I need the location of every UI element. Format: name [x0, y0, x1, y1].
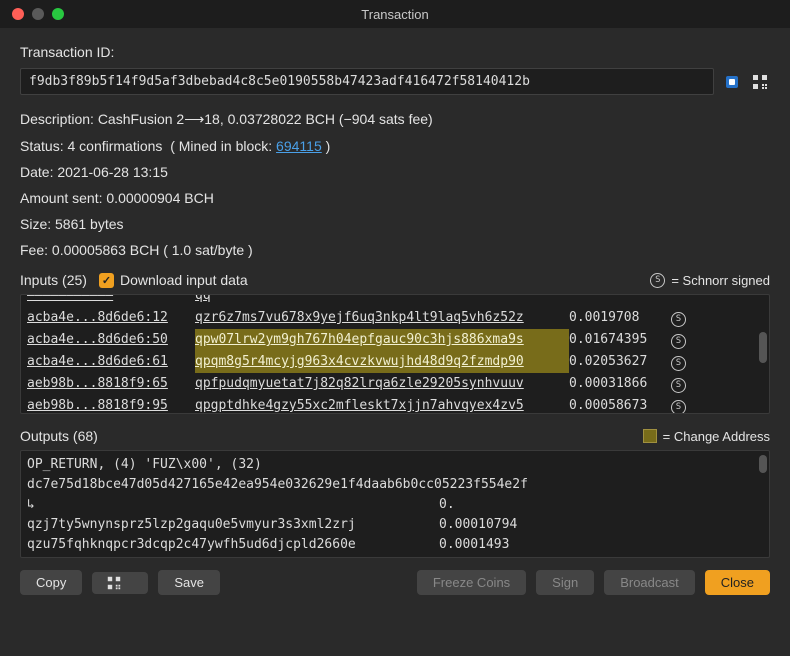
date-line: Date: 2021-06-28 13:15 [20, 164, 770, 180]
input-prevout[interactable]: aeb98b...8818f9:95 [27, 395, 195, 414]
inputs-scrollbar[interactable] [759, 299, 767, 409]
download-input-checkbox[interactable]: ✓ [99, 273, 114, 288]
input-row[interactable]: aeb98b...8818f9:95qpgptdhke4gzy55xc2mfle… [27, 395, 763, 414]
output-amount: 0.00015285 [439, 555, 517, 558]
output-row[interactable]: qzj7ty5wnynsprz5lzp2gaqu0e5vmyur3s3xml2z… [27, 515, 763, 535]
schnorr-icon: S [671, 356, 686, 371]
input-row[interactable]: acba4e...8d6de6:12qzr6z7ms7vu678x9yejf6u… [27, 307, 763, 329]
window-controls [0, 8, 64, 20]
schnorr-icon: S [671, 400, 686, 415]
input-prevout[interactable]: acba4e...8d6de6:61 [27, 351, 195, 373]
output-amount: 0.0001493 [439, 535, 509, 555]
sign-button[interactable]: Sign [536, 570, 594, 595]
output-row[interactable]: qzu75fqhknqpcr3dcqp2c47ywfh5ud6djcpld266… [27, 535, 763, 555]
titlebar: Transaction [0, 0, 790, 28]
input-address[interactable]: qpqm8g5r4mcyjg963x4cvzkvwujhd48d9q2fzmdp… [195, 351, 569, 373]
input-row-partial: ——————————— qq [27, 294, 763, 307]
close-window-icon[interactable] [12, 8, 24, 20]
schnorr-icon: S [650, 273, 665, 288]
status-value: 4 confirmations [67, 138, 162, 154]
input-prevout[interactable]: acba4e...8d6de6:50 [27, 329, 195, 351]
size-value: 5861 bytes [55, 216, 124, 232]
input-amount: 0.0019708 [569, 307, 671, 329]
outputs-list[interactable]: OP_RETURN, (4) 'FUZ\x00', (32) dc7e75d18… [20, 450, 770, 558]
input-row[interactable]: acba4e...8d6de6:50qpw07lrw2ym9gh767h04ep… [27, 329, 763, 351]
outputs-header: Outputs (68) = Change Address [20, 428, 770, 444]
window-title: Transaction [0, 7, 790, 22]
input-amount: 0.02053627 [569, 351, 671, 373]
qrcode-icon[interactable] [750, 72, 770, 92]
description-line: Description: CashFusion 2⟶18, 0.03728022… [20, 111, 770, 128]
schnorr-icon: S [671, 378, 686, 393]
input-row[interactable]: aeb98b...8818f9:65qpfpudqmyuetat7j82q82l… [27, 373, 763, 395]
broadcast-button[interactable]: Broadcast [604, 570, 695, 595]
output-opreturn-line2: dc7e75d18bce47d05d427165e42ea954e032629e… [27, 475, 763, 495]
output-row[interactable]: ↳0. [27, 495, 763, 515]
output-address[interactable]: ↳ [27, 495, 439, 515]
schnorr-legend: = Schnorr signed [671, 273, 770, 288]
copy-icon[interactable] [722, 72, 742, 92]
zoom-window-icon[interactable] [52, 8, 64, 20]
change-swatch-icon [643, 429, 657, 443]
input-address[interactable]: qpw07lrw2ym9gh767h04epfgauc90c3hjs886xma… [195, 329, 569, 351]
amount-value: 0.00000904 BCH [106, 190, 213, 206]
outputs-scrollbar[interactable] [759, 455, 767, 553]
description-value: CashFusion 2⟶18, 0.03728022 BCH (−904 sa… [98, 111, 433, 127]
input-address[interactable]: qpgptdhke4gzy55xc2mfleskt7xjjn7ahvqyex4z… [195, 395, 569, 414]
download-input-label: Download input data [120, 272, 248, 288]
input-row[interactable]: acba4e...8d6de6:61qpqm8g5r4mcyjg963x4cvz… [27, 351, 763, 373]
output-address[interactable]: qzj7ty5wnynsprz5lzp2gaqu0e5vmyur3s3xml2z… [27, 515, 439, 535]
input-address[interactable]: qpfpudqmyuetat7j82q82lrqa6zle29205synhvu… [195, 373, 569, 395]
button-bar: Copy Save Freeze Coins Sign Broadcast Cl… [0, 570, 790, 611]
input-prevout[interactable]: aeb98b...8818f9:65 [27, 373, 195, 395]
txid-label: Transaction ID: [20, 44, 770, 60]
input-amount: 0.00031866 [569, 373, 671, 395]
inputs-list[interactable]: ——————————— qq acba4e...8d6de6:12qzr6z7m… [20, 294, 770, 414]
schnorr-icon: S [671, 334, 686, 349]
change-legend: = Change Address [663, 429, 770, 444]
inputs-header: Inputs (25) ✓ Download input data S = Sc… [20, 272, 770, 288]
copy-button[interactable]: Copy [20, 570, 82, 595]
output-opreturn-line1: OP_RETURN, (4) 'FUZ\x00', (32) [27, 455, 763, 475]
output-row[interactable]: qz56zt5rtfewz4la0g734dzdqpk8zz5t3stpmx46… [27, 555, 763, 558]
minimize-window-icon[interactable] [32, 8, 44, 20]
output-address[interactable]: qzu75fqhknqpcr3dcqp2c47ywfh5ud6djcpld266… [27, 535, 439, 555]
amount-line: Amount sent: 0.00000904 BCH [20, 190, 770, 206]
fee-value: 0.00005863 BCH ( 1.0 sat/byte ) [52, 242, 253, 258]
txid-field[interactable]: f9db3f89b5f14f9d5af3dbebad4c8c5e0190558b… [20, 68, 714, 95]
status-line: Status: 4 confirmations ( Mined in block… [20, 138, 770, 154]
save-button[interactable]: Save [158, 570, 220, 595]
fee-line: Fee: 0.00005863 BCH ( 1.0 sat/byte ) [20, 242, 770, 258]
output-amount: 0.00010794 [439, 515, 517, 535]
size-line: Size: 5861 bytes [20, 216, 770, 232]
date-value: 2021-06-28 13:15 [57, 164, 168, 180]
schnorr-icon: S [671, 312, 686, 327]
freeze-coins-button[interactable]: Freeze Coins [417, 570, 526, 595]
input-prevout[interactable]: acba4e...8d6de6:12 [27, 307, 195, 329]
block-link[interactable]: 694115 [276, 138, 322, 154]
output-address[interactable]: qz56zt5rtfewz4la0g734dzdqpk8zz5t3stpmx46… [27, 555, 439, 558]
qr-button[interactable] [92, 572, 148, 594]
input-amount: 0.01674395 [569, 329, 671, 351]
output-amount: 0. [439, 495, 455, 515]
input-amount: 0.00058673 [569, 395, 671, 414]
input-address[interactable]: qzr6z7ms7vu678x9yejf6uq3nkp4lt9laq5vh6z5… [195, 307, 569, 329]
close-button[interactable]: Close [705, 570, 770, 595]
